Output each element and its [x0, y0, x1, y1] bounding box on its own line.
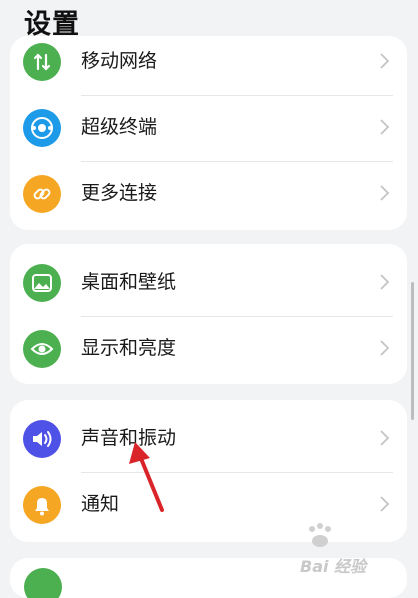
- display-icon: [23, 330, 61, 368]
- chevron-right-icon: [380, 119, 389, 135]
- watermark: Bai 经验: [300, 521, 412, 576]
- settings-group-connectivity: 移动网络 超级终端 更多连接: [10, 36, 407, 230]
- settings-item-label: 超级终端: [81, 116, 158, 138]
- settings-item-label: 桌面和壁纸: [81, 271, 177, 293]
- chevron-right-icon: [380, 496, 389, 512]
- wallpaper-icon: [23, 264, 61, 302]
- chevron-right-icon: [380, 430, 389, 446]
- settings-group-display: 桌面和壁纸 显示和亮度: [10, 244, 407, 384]
- settings-item-label: 通知: [81, 493, 120, 515]
- settings-item-mobile-network[interactable]: 移动网络: [10, 36, 407, 95]
- chevron-right-icon: [380, 53, 389, 69]
- settings-item-label: 移动网络: [81, 50, 158, 72]
- chevron-right-icon: [380, 340, 389, 356]
- settings-item-wallpaper[interactable]: 桌面和壁纸: [10, 250, 407, 316]
- watermark-text: Bai 经验: [300, 557, 367, 576]
- notification-bell-icon: [23, 486, 61, 524]
- sound-icon: [23, 420, 61, 458]
- chevron-right-icon: [380, 185, 389, 201]
- super-device-icon: [23, 109, 61, 147]
- chevron-right-icon: [380, 274, 389, 290]
- more-connections-icon: [23, 175, 61, 213]
- annotation-arrow-icon: [129, 442, 164, 512]
- settings-item-super-device[interactable]: 超级终端: [10, 95, 407, 161]
- settings-item-label: 显示和亮度: [81, 337, 177, 359]
- mobile-network-icon: [23, 43, 61, 81]
- settings-item-sound[interactable]: 声音和振动: [10, 406, 407, 472]
- settings-item-display[interactable]: 显示和亮度: [10, 316, 407, 382]
- settings-item-label: 更多连接: [81, 182, 158, 204]
- partial-icon: [24, 568, 62, 598]
- settings-item-more-connections[interactable]: 更多连接: [10, 161, 407, 227]
- paw-logo-icon: [309, 523, 331, 547]
- scrollbar[interactable]: [411, 282, 414, 420]
